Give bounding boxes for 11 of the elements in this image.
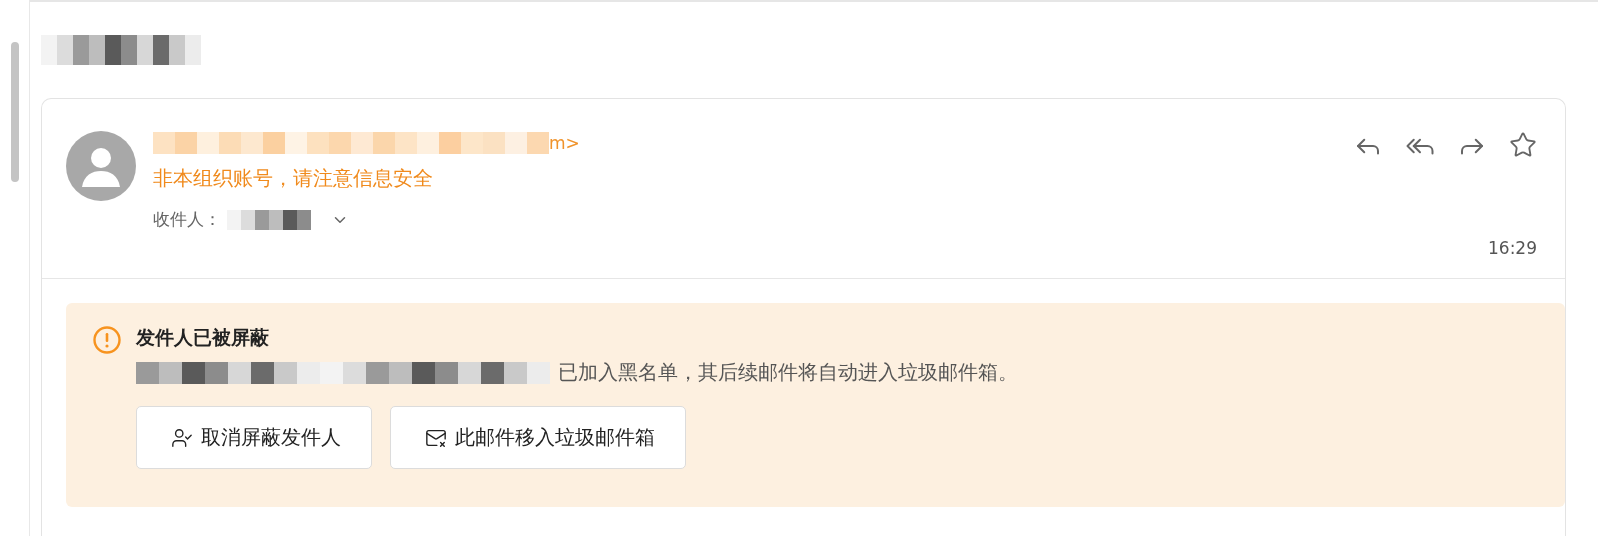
user-check-icon	[171, 426, 193, 449]
email-time: 16:29	[1488, 238, 1537, 258]
scrollbar-thumb[interactable]	[10, 42, 19, 182]
warning-icon	[92, 325, 122, 355]
move-to-spam-button[interactable]: 此邮件移入垃圾邮件箱	[390, 406, 686, 469]
notice-title: 发件人已被屏蔽	[136, 325, 270, 350]
sender-address: m>	[549, 133, 580, 153]
recipients-label: 收件人：	[153, 208, 221, 231]
external-warning: 非本组织账号，请注意信息安全	[153, 165, 434, 192]
notice-message: 已加入黑名单，其后续邮件将自动进入垃圾邮件箱。	[558, 359, 1018, 386]
unblock-button[interactable]: 取消屏蔽发件人	[136, 406, 372, 469]
